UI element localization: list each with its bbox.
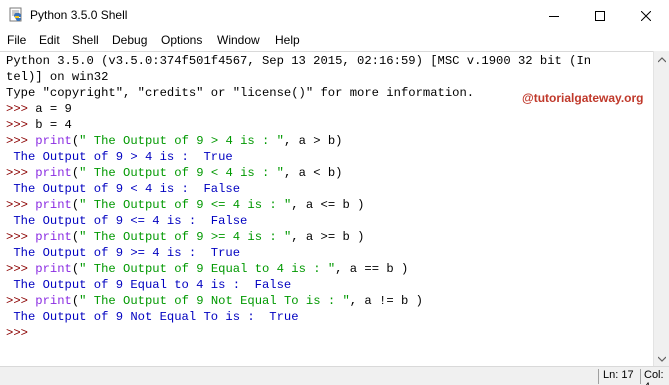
menu-file[interactable]: File xyxy=(7,33,26,47)
code-string: " The Output of 9 Not Equal To is : " xyxy=(79,294,350,308)
shell-input-line: >>> print(" The Output of 9 Equal to 4 i… xyxy=(6,261,408,277)
shell-prompt: >>> xyxy=(6,134,36,148)
shell-prompt: >>> xyxy=(6,198,36,212)
banner-line: Type "copyright", "credits" or "license(… xyxy=(6,86,475,100)
menu-edit[interactable]: Edit xyxy=(39,33,60,47)
chevron-up-icon xyxy=(657,50,667,68)
menu-window[interactable]: Window xyxy=(217,33,260,47)
shell-input-line: >>> print(" The Output of 9 <= 4 is : ",… xyxy=(6,197,364,213)
shell-input-line: >>> b = 4 xyxy=(6,117,72,133)
code-text: , a < b) xyxy=(283,166,343,180)
maximize-button[interactable] xyxy=(577,0,623,31)
window-title: Python 3.5.0 Shell xyxy=(30,8,128,22)
code-text: , a != b ) xyxy=(349,294,423,308)
shell-input-line: >>> print(" The Output of 9 >= 4 is : ",… xyxy=(6,229,364,245)
code-text: , a > b) xyxy=(283,134,343,148)
minimize-button[interactable] xyxy=(531,0,577,31)
shell-prompt: >>> xyxy=(6,262,36,276)
close-button[interactable] xyxy=(623,0,669,31)
chevron-down-icon xyxy=(657,349,667,367)
code-keyword: print xyxy=(35,230,72,244)
title-bar[interactable]: Python 3.5.0 Shell xyxy=(0,0,669,31)
status-bar: Ln: 17 Col: 4 xyxy=(0,366,669,385)
code-text: , a == b ) xyxy=(335,262,409,276)
menu-help[interactable]: Help xyxy=(275,33,300,47)
code-keyword: print xyxy=(35,166,72,180)
scrollbar-track[interactable] xyxy=(654,67,669,350)
code-string: " The Output of 9 >= 4 is : " xyxy=(79,230,292,244)
code-keyword: print xyxy=(35,134,72,148)
shell-output-line: The Output of 9 Not Equal To is : True xyxy=(6,310,299,324)
close-icon xyxy=(641,10,651,21)
code-string: " The Output of 9 < 4 is : " xyxy=(79,166,284,180)
menu-bar: File Edit Shell Debug Options Window Hel… xyxy=(0,31,669,51)
shell-prompt: >>> xyxy=(6,118,36,132)
banner-line: Python 3.5.0 (v3.5.0:374f501f4567, Sep 1… xyxy=(6,54,592,68)
status-divider xyxy=(598,369,599,384)
shell-output-line: The Output of 9 > 4 is : True xyxy=(6,150,233,164)
shell-prompt: >>> xyxy=(6,166,36,180)
code-string: " The Output of 9 <= 4 is : " xyxy=(79,198,292,212)
shell-output-line: The Output of 9 >= 4 is : True xyxy=(6,246,241,260)
code-keyword: print xyxy=(35,294,72,308)
shell-prompt: >>> xyxy=(6,326,36,340)
code-text: a = 9 xyxy=(35,102,72,116)
minimize-icon xyxy=(549,11,559,21)
code-text: , a <= b ) xyxy=(291,198,365,212)
code-text: b = 4 xyxy=(35,118,72,132)
menu-debug[interactable]: Debug xyxy=(112,33,147,47)
shell-prompt: >>> xyxy=(6,230,36,244)
shell-output-line: The Output of 9 Equal to 4 is : False xyxy=(6,278,292,292)
python-idle-icon xyxy=(8,7,24,23)
scroll-up-button[interactable] xyxy=(654,51,669,67)
status-divider xyxy=(640,369,641,384)
menu-shell[interactable]: Shell xyxy=(72,33,99,47)
shell-input-line: >>> print(" The Output of 9 < 4 is : ", … xyxy=(6,165,342,181)
code-text: , a >= b ) xyxy=(291,230,365,244)
maximize-icon xyxy=(595,10,605,21)
code-keyword: print xyxy=(35,198,72,212)
code-keyword: print xyxy=(35,262,72,276)
status-line-number: Ln: 17 xyxy=(603,369,634,381)
shell-output-line: The Output of 9 <= 4 is : False xyxy=(6,214,248,228)
shell-prompt-line: >>> xyxy=(6,325,35,341)
watermark-text: @tutorialgateway.org xyxy=(522,91,644,105)
code-string: " The Output of 9 Equal to 4 is : " xyxy=(79,262,336,276)
shell-output-line: The Output of 9 < 4 is : False xyxy=(6,182,241,196)
shell-prompt: >>> xyxy=(6,294,36,308)
shell-input-line: >>> print(" The Output of 9 Not Equal To… xyxy=(6,293,423,309)
code-string: " The Output of 9 > 4 is : " xyxy=(79,134,284,148)
status-column-number: Col: 4 xyxy=(644,369,664,385)
banner-line: tel)] on win32 xyxy=(6,70,109,84)
shell-input-line: >>> print(" The Output of 9 > 4 is : ", … xyxy=(6,133,342,149)
vertical-scrollbar[interactable] xyxy=(653,51,669,366)
shell-prompt: >>> xyxy=(6,102,36,116)
shell-input-line: >>> a = 9 xyxy=(6,101,72,117)
scroll-down-button[interactable] xyxy=(654,350,669,366)
menu-options[interactable]: Options xyxy=(161,33,202,47)
